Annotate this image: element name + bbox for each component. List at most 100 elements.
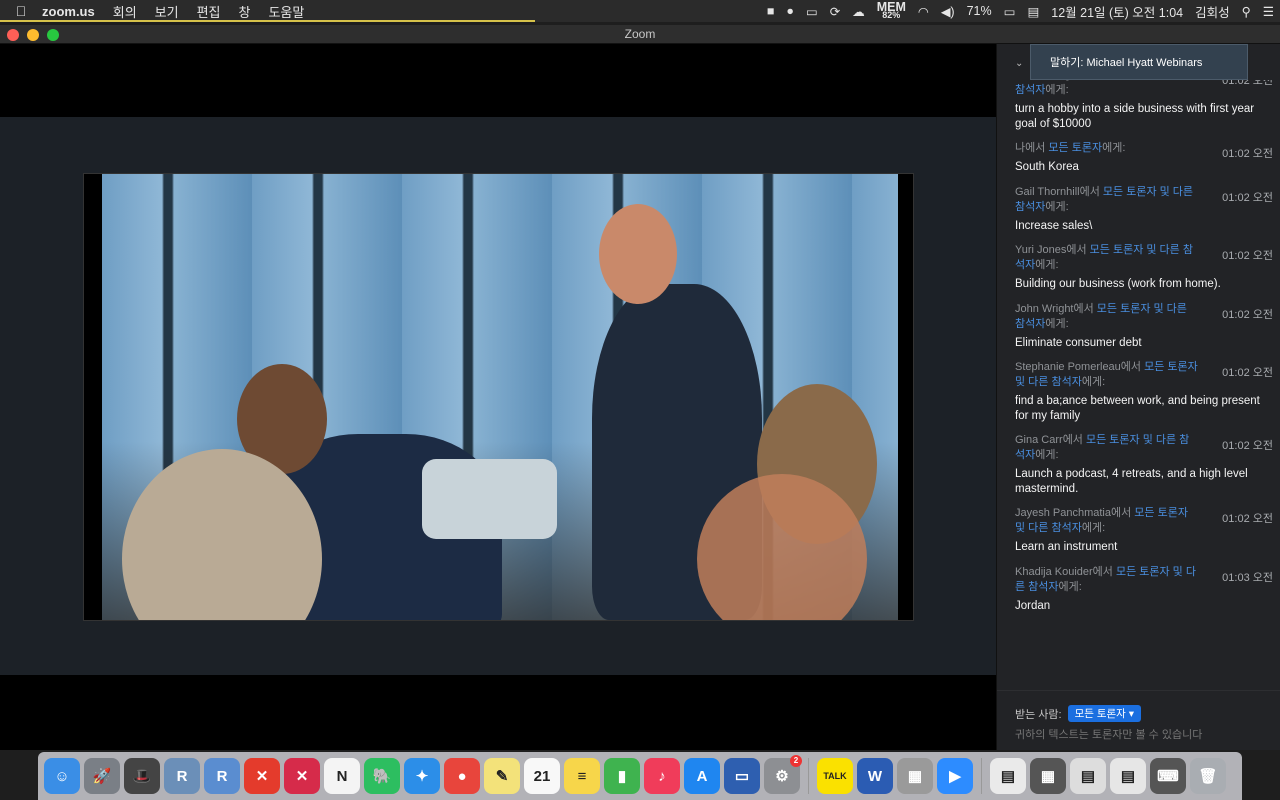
- chat-message-meta: 나에서 모든 토론자에게:: [1015, 141, 1199, 156]
- numbers-icon[interactable]: ▮: [604, 758, 640, 794]
- screen-sharing-glyph: ▭: [734, 768, 750, 785]
- chat-message-text: Learn an instrument: [1015, 541, 1118, 553]
- chat-to-suffix: 에게:: [1081, 522, 1106, 534]
- chat-sender: Gina Carr: [1015, 434, 1063, 446]
- camera-status-icon[interactable]: ■: [761, 4, 781, 18]
- chat-message-text: Launch a podcast, 4 retreats, and a high…: [1015, 468, 1248, 495]
- battery-icon[interactable]: ▭: [998, 4, 1022, 19]
- safari-icon[interactable]: ✦: [404, 758, 440, 794]
- figure-presenter-head: [599, 204, 677, 304]
- chevron-down-icon: ▾: [1128, 708, 1135, 720]
- chat-message-meta: Gina Carr에서 모든 토론자 및 다른 참석자에게:: [1015, 433, 1199, 463]
- input-source-flag-icon[interactable]: ▤: [1021, 4, 1045, 19]
- calculator-window-icon[interactable]: ▦: [1030, 758, 1066, 794]
- chat-message: 나에서 모든 토론자에게: 01:02 오전 South Korea: [997, 141, 1280, 175]
- video-stream: [83, 173, 914, 621]
- system-preferences-icon[interactable]: ⚙ 2: [764, 755, 802, 794]
- menu-extra-icon[interactable]: ▭: [800, 4, 824, 19]
- zoom-glyph: ▶: [949, 768, 961, 785]
- launchpad-glyph: 🚀: [92, 768, 112, 785]
- trash-icon[interactable]: 🗑: [1190, 758, 1226, 794]
- notes-window-icon[interactable]: ▤: [1070, 758, 1106, 794]
- chat-timestamp: 01:02 오전: [1222, 513, 1273, 525]
- r-studio-glyph: R: [176, 767, 188, 785]
- screen-sharing-icon[interactable]: ▭: [724, 758, 760, 794]
- menu-help[interactable]: 도움말: [259, 2, 313, 21]
- maximize-window-button[interactable]: [47, 29, 59, 41]
- chat-from-suffix: 에서: [1092, 565, 1116, 578]
- menu-edit[interactable]: 편집: [188, 2, 230, 21]
- chat-status-icon[interactable]: ●: [780, 4, 800, 18]
- sync-status-icon[interactable]: ⟳: [824, 4, 846, 19]
- calculator-icon[interactable]: ▦: [897, 758, 933, 794]
- speaking-indicator-tooltip: 말하기: Michael Hyatt Webinars: [1030, 44, 1248, 80]
- chat-timestamp: 01:02 오전: [1222, 250, 1273, 262]
- word-glyph: W: [867, 767, 883, 785]
- menu-view[interactable]: 보기: [146, 2, 188, 21]
- zoom-window: Zoom ⌄ 말하기: Michael Hyatt Webinars Audra: [0, 25, 1280, 750]
- xmind-icon[interactable]: ✕: [244, 758, 280, 794]
- keyboard-window-icon[interactable]: ⌨: [1150, 758, 1186, 794]
- apple-icon[interactable]: : [0, 3, 42, 19]
- volume-icon[interactable]: ◀): [935, 4, 961, 19]
- kakaotalk-glyph: TALK: [823, 771, 847, 781]
- clock[interactable]: 12월 21일 (토) 오전 1:04: [1045, 2, 1189, 21]
- presenter-video: [102, 174, 898, 620]
- zoom-icon[interactable]: ▶: [937, 758, 973, 794]
- calendar-icon[interactable]: 21: [524, 758, 560, 794]
- chat-message-input[interactable]: [1015, 729, 1265, 741]
- menu-window[interactable]: 창: [230, 2, 260, 21]
- chat-recipient: 모든 토론자 및 다른 참석자: [1015, 80, 1196, 96]
- chrome-icon[interactable]: ●: [444, 758, 480, 794]
- finder-icon[interactable]: ☺: [44, 758, 80, 794]
- calendar-glyph: 21: [533, 767, 551, 785]
- chat-sender: Jayesh Panchmatia: [1015, 507, 1111, 519]
- wifi-icon[interactable]: ◠: [912, 4, 935, 19]
- notes-icon[interactable]: ≡: [564, 758, 600, 794]
- stickies-icon[interactable]: ✎: [484, 758, 520, 794]
- app-store-icon[interactable]: A: [684, 758, 720, 794]
- chat-message-text: South Korea: [1015, 161, 1079, 173]
- recipient-label: 받는 사람:: [1015, 708, 1062, 721]
- menu-app-name[interactable]: zoom.us: [42, 4, 104, 19]
- xmind-glyph: ✕: [255, 768, 269, 785]
- r-studio-icon[interactable]: R: [164, 758, 200, 794]
- chat-message-meta: Stephanie Pomerleau에서 모든 토론자 및 다른 참석자에게:: [1015, 360, 1199, 390]
- music-icon[interactable]: ♪: [644, 758, 680, 794]
- close-window-button[interactable]: [7, 29, 19, 41]
- chat-message-meta: John Wright에서 모든 토론자 및 다른 참석자에게:: [1015, 302, 1199, 332]
- chat-message: Audra Borges에서 모든 토론자 및 다른 참석자에게: 01:02 오…: [997, 80, 1280, 131]
- document-thumbnail-icon[interactable]: ▤: [990, 758, 1026, 794]
- notification-center-icon[interactable]: ☰: [1257, 4, 1280, 19]
- chevron-down-icon[interactable]: ⌄: [1015, 58, 1023, 69]
- user-name[interactable]: 김회성: [1189, 2, 1236, 21]
- menu-meeting[interactable]: 회의: [104, 2, 146, 21]
- chat-message: Stephanie Pomerleau에서 모든 토론자 및 다른 참석자에게:…: [997, 360, 1280, 423]
- notion-icon[interactable]: N: [324, 758, 360, 794]
- kakaotalk-icon[interactable]: TALK: [817, 758, 853, 794]
- chat-panel: ⌄ 말하기: Michael Hyatt Webinars Audra Borg…: [996, 44, 1280, 750]
- chat-message-meta: Gail Thornhill에서 모든 토론자 및 다른 참석자에게:: [1015, 185, 1199, 215]
- xmind-zen-glyph: ✕: [295, 768, 309, 785]
- launchpad-icon[interactable]: 🚀: [84, 758, 120, 794]
- chat-sender: John Wright: [1015, 302, 1074, 315]
- word-icon[interactable]: W: [857, 758, 893, 794]
- browser-window-icon[interactable]: ▤: [1110, 758, 1146, 794]
- video-area[interactable]: [0, 44, 996, 750]
- xmind-zen-icon[interactable]: ✕: [284, 758, 320, 794]
- dock: ☺ 🚀 🎩 R R ✕ ✕ N 🐘 ✦ ● ✎ 21 ≡ ▮ ♪ A ▭ ⚙ 2 TALK W ▦ ▶ ▤ ▦ ▤ ▤ ⌨ 🗑: [38, 752, 1242, 800]
- r-app-icon[interactable]: R: [204, 758, 240, 794]
- memory-status[interactable]: MEM 82%: [871, 1, 912, 20]
- menu-bar:  zoom.us 회의 보기 편집 창 도움말 ■ ● ▭ ⟳ ☁ MEM82…: [0, 0, 1280, 22]
- recipient-dropdown[interactable]: 모든 토론자 ▾: [1067, 705, 1142, 722]
- evernote-icon[interactable]: 🐘: [364, 758, 400, 794]
- chat-message: John Wright에서 모든 토론자 및 다른 참석자에게: 01:02 오전…: [997, 302, 1280, 351]
- battery-percent[interactable]: 71%: [961, 4, 998, 18]
- cloud-status-icon[interactable]: ☁: [846, 4, 871, 19]
- trash-glyph: 🗑: [1198, 768, 1218, 785]
- chat-message-list[interactable]: Audra Borges에서 모든 토론자 및 다른 참석자에게: 01:02 오…: [997, 80, 1280, 690]
- minimize-window-button[interactable]: [27, 29, 39, 41]
- notion-glyph: N: [336, 767, 348, 785]
- alfred-icon[interactable]: 🎩: [124, 758, 160, 794]
- spotlight-search-icon[interactable]: ⚲: [1236, 4, 1257, 19]
